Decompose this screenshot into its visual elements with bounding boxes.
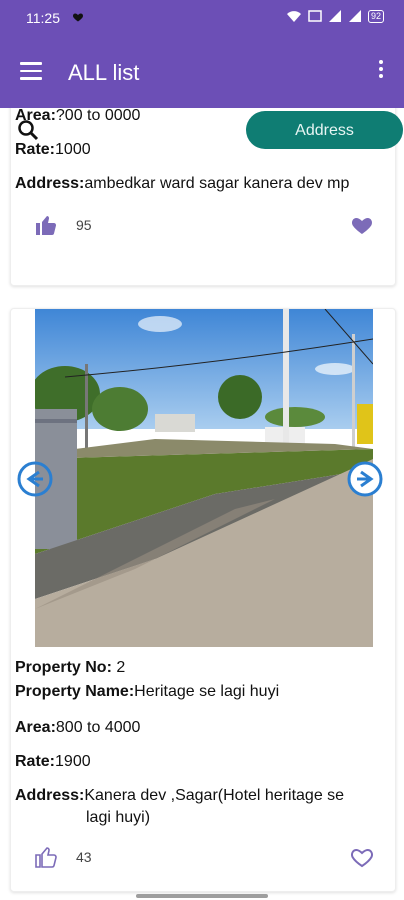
signal-icon-1 (328, 10, 341, 22)
search-icon[interactable] (16, 118, 40, 142)
app-bar: ALL list (0, 36, 404, 108)
battery-icon: 92 (367, 9, 384, 23)
status-bar: 11:25 92 (0, 0, 404, 36)
previous-arrow-icon[interactable] (17, 461, 53, 497)
thumbs-up-icon[interactable] (33, 213, 59, 237)
volte-icon (308, 10, 322, 22)
property-photo (35, 309, 373, 647)
page-title: ALL list (68, 60, 140, 85)
status-icons: 92 (286, 9, 384, 23)
thumbs-up-outline-icon[interactable] (33, 845, 59, 869)
notification-heart-icon (72, 13, 84, 22)
menu-icon[interactable] (20, 62, 42, 80)
more-options-icon[interactable] (378, 60, 384, 82)
status-time: 11:25 (26, 10, 60, 26)
property-no-row: Property No: 2 (15, 659, 126, 676)
like-count: 43 (76, 849, 92, 865)
favorite-filled-icon[interactable] (349, 213, 375, 237)
wifi-icon (286, 11, 301, 22)
address-row: Address:Kanera dev ,Sagar(Hotel heritage… (15, 787, 345, 804)
gesture-navigation-bar[interactable] (136, 894, 268, 898)
property-name-row: Property Name:Heritage se lagi huyi (15, 683, 280, 700)
address-row-continued: lagi huyi) (86, 809, 151, 826)
rate-row: Rate:1000 (15, 141, 91, 158)
signal-icon-2 (348, 10, 361, 22)
address-row: Address:ambedkar ward sagar kanera dev m… (15, 175, 350, 192)
address-filter-button[interactable]: Address (246, 111, 403, 149)
property-list[interactable]: Area:?00 to 0000 Rate:1000 Address:ambed… (0, 108, 404, 900)
rate-row: Rate:1900 (15, 753, 91, 770)
next-arrow-icon[interactable] (347, 461, 383, 497)
favorite-outline-icon[interactable] (349, 845, 375, 869)
like-count: 95 (76, 217, 92, 233)
area-row: Area:800 to 4000 (15, 719, 141, 736)
property-card[interactable]: Property No: 2 Property Name:Heritage se… (10, 308, 396, 892)
